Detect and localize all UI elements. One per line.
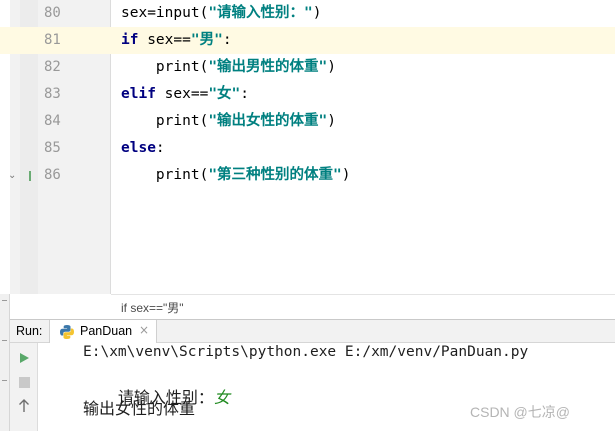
- string-token: "请输入性别：": [208, 5, 313, 21]
- string-token: "女": [208, 86, 241, 102]
- code-token: sex==: [155, 86, 209, 102]
- run-panel-header: Run: PanDuan ×: [10, 319, 615, 344]
- rerun-button[interactable]: [15, 349, 33, 367]
- code-token: print(: [155, 59, 209, 75]
- code-text: elif sex=="女":: [121, 81, 249, 108]
- python-icon: [60, 325, 74, 339]
- run-label: Run:: [16, 324, 43, 338]
- string-token: "男": [190, 32, 223, 48]
- string-token: "输出男性的体重": [208, 59, 328, 75]
- code-text: print("输出男性的体重"): [121, 54, 336, 81]
- line-number: 80: [44, 5, 61, 21]
- console-output-line: 输出女性的体重: [83, 399, 196, 418]
- code-line[interactable]: 83 elif sex=="女":: [0, 81, 615, 108]
- run-toolbar: [10, 343, 58, 431]
- code-text: print("输出女性的体重"): [121, 108, 336, 135]
- code-text: sex=input("请输入性别："): [121, 0, 322, 27]
- code-line[interactable]: 84 print("输出女性的体重"): [0, 108, 615, 135]
- code-token: ): [327, 113, 337, 129]
- keyword-token: elif: [121, 86, 156, 102]
- code-token: ): [341, 167, 351, 183]
- code-token: :: [222, 32, 232, 48]
- code-token: :: [155, 140, 165, 156]
- code-text: print("第三种性别的体重"): [121, 162, 351, 189]
- strip-tick: [2, 300, 7, 301]
- keyword-token: else: [121, 140, 156, 156]
- breadcrumb[interactable]: if sex=="男": [121, 299, 184, 316]
- code-line[interactable]: 80 sex=input("请输入性别："): [0, 0, 615, 27]
- code-line[interactable]: 85 else:: [0, 135, 615, 162]
- code-text: if sex=="男":: [121, 27, 232, 54]
- line-number: 85: [44, 140, 61, 156]
- code-token: :: [240, 86, 250, 102]
- line-number: 84: [44, 113, 61, 129]
- line-number: 82: [44, 59, 61, 75]
- code-token: sex==: [138, 32, 191, 48]
- string-token: "第三种性别的体重": [208, 167, 342, 183]
- code-line[interactable]: 86 print("第三种性别的体重"): [0, 162, 615, 189]
- close-icon[interactable]: ×: [139, 323, 149, 337]
- scroll-up-button[interactable]: [15, 397, 33, 415]
- breadcrumb-bar: if sex=="男": [111, 294, 615, 319]
- run-marker-icon: [29, 171, 31, 181]
- code-line[interactable]: 81 if sex=="男":: [0, 27, 615, 54]
- string-token: "输出女性的体重": [208, 113, 328, 129]
- fold-arrow-icon[interactable]: ⌄: [8, 162, 16, 189]
- code-text: else:: [121, 135, 165, 162]
- arrow-up-icon: [19, 399, 29, 412]
- tab-panduan[interactable]: PanDuan ×: [49, 320, 157, 344]
- code-token: sex=input(: [121, 5, 209, 21]
- code-line[interactable]: 82 print("输出男性的体重"): [0, 54, 615, 81]
- tab-label: PanDuan: [80, 324, 133, 338]
- code-token: ): [327, 59, 337, 75]
- play-icon: [20, 353, 29, 363]
- line-number: 83: [44, 86, 61, 102]
- console-command-line: E:\xm\venv\Scripts\python.exe E:/xm/venv…: [83, 344, 529, 360]
- code-token: print(: [155, 167, 209, 183]
- console-user-input: 女: [213, 388, 230, 407]
- watermark: CSDN @七凉@: [470, 404, 570, 420]
- stop-button[interactable]: [15, 373, 33, 391]
- code-editor[interactable]: 80 sex=input("请输入性别：") 81 if sex=="男": 82 pr…: [0, 0, 615, 294]
- stop-icon: [18, 376, 30, 388]
- code-token: ): [312, 5, 322, 21]
- line-number: 86: [44, 167, 61, 183]
- strip-tick: [2, 380, 7, 381]
- keyword-token: if: [121, 32, 139, 48]
- line-number: 81: [44, 32, 61, 48]
- code-token: print(: [155, 113, 209, 129]
- strip-tick: [2, 340, 7, 341]
